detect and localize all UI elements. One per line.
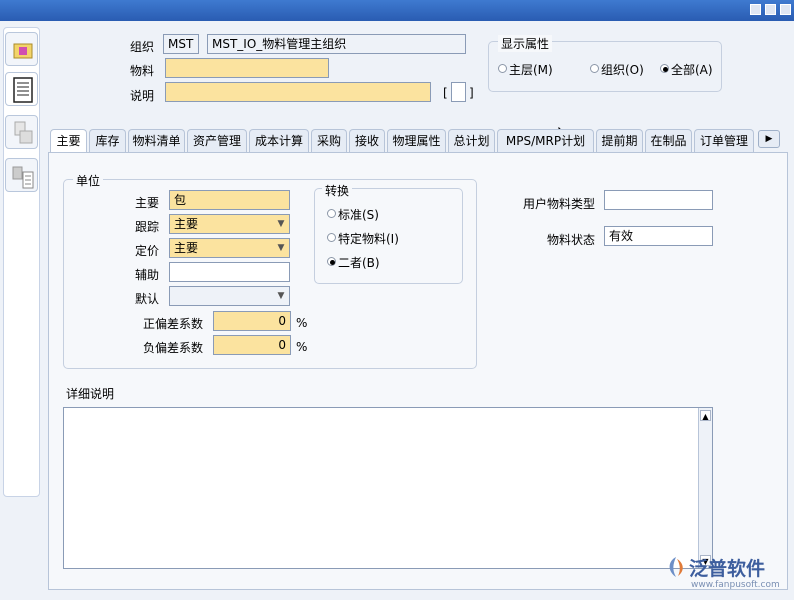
tracking-uom-select[interactable]: 主要 ▼ (169, 214, 290, 234)
item-list-icon[interactable] (5, 158, 38, 192)
tab-lead-times[interactable]: 提前期 (596, 129, 643, 152)
negative-deviation-percent: % (296, 340, 308, 354)
org-label: 组织 (130, 40, 155, 54)
default-uom-select[interactable]: ▼ (169, 286, 290, 306)
radio-standard[interactable] (327, 209, 336, 218)
description-field[interactable] (165, 82, 431, 102)
tab-receiving[interactable]: 接收 (349, 129, 385, 152)
window-titlebar (0, 0, 794, 21)
tracking-uom-value: 主要 (174, 217, 199, 231)
fanpu-logo-icon (669, 557, 683, 577)
secondary-uom-field[interactable] (169, 262, 290, 282)
radio-all[interactable] (660, 64, 669, 73)
tab-costing[interactable]: 成本计算 (249, 129, 309, 152)
radio-master-level-label: 主层(M) (509, 63, 553, 77)
units-title: 单位 (73, 172, 104, 189)
detail-scrollbar[interactable]: ▲ ▼ (698, 408, 712, 568)
document-list-icon[interactable] (5, 72, 38, 106)
radio-org-level[interactable] (590, 64, 599, 73)
tab-purchasing[interactable]: 采购 (311, 129, 347, 152)
tab-bom[interactable]: 物料清单 (128, 129, 185, 152)
detail-description-textarea[interactable]: ▲ ▼ (63, 407, 713, 569)
chevron-down-icon: ▼ (277, 219, 285, 229)
item-label: 物料 (130, 64, 155, 78)
pricing-uom-select[interactable]: 主要 ▼ (169, 238, 290, 258)
chevron-down-icon: ▼ (277, 291, 285, 301)
item-field[interactable] (165, 58, 329, 78)
item-status-field[interactable]: 有效 (604, 226, 713, 246)
positive-deviation-field[interactable]: 0 (213, 311, 291, 331)
primary-uom-field[interactable]: 包 (169, 190, 290, 210)
org-code-field[interactable]: MST (163, 34, 199, 54)
description-label: 说明 (130, 89, 155, 103)
negative-deviation-field[interactable]: 0 (213, 335, 291, 355)
folder-icon[interactable] (5, 32, 38, 66)
primary-uom-label: 主要 (135, 196, 160, 210)
chevron-down-icon: ▼ (277, 243, 285, 253)
tab-scroll-right-icon[interactable]: ▶ (758, 130, 780, 148)
radio-both[interactable] (327, 257, 336, 266)
flexfield-button[interactable] (451, 82, 466, 102)
item-status-label: 物料状态 (547, 233, 596, 247)
watermark-brand: 泛普软件 (689, 558, 766, 580)
close-button[interactable] (780, 4, 791, 15)
radio-item-specific-label: 特定物料(I) (338, 232, 399, 246)
radio-item-specific[interactable] (327, 233, 336, 242)
flexfield-bracket-close: ] (469, 86, 474, 100)
user-item-type-label: 用户物料类型 (523, 197, 596, 211)
scroll-up-icon[interactable]: ▲ (700, 410, 711, 421)
watermark-url: www.fanpusoft.com (691, 580, 780, 590)
flexfield-bracket-open: [ (443, 86, 448, 100)
radio-org-level-label: 组织(O) (601, 63, 644, 77)
tab-main[interactable]: 主要 (50, 129, 87, 153)
pricing-uom-value: 主要 (174, 241, 199, 255)
tracking-uom-label: 跟踪 (135, 220, 160, 234)
display-attributes-title: 显示属性 (498, 35, 553, 52)
minimize-button[interactable] (750, 4, 761, 15)
default-uom-label: 默认 (135, 292, 160, 306)
user-item-type-field[interactable] (604, 190, 713, 210)
maximize-button[interactable] (765, 4, 776, 15)
tab-order-management[interactable]: 订单管理 (694, 129, 754, 152)
radio-master-level[interactable] (498, 64, 507, 73)
positive-deviation-label: 正偏差系数 (143, 317, 204, 331)
radio-standard-label: 标准(S) (338, 208, 379, 222)
radio-both-label: 二者(B) (338, 256, 380, 270)
pricing-uom-label: 定价 (135, 244, 160, 258)
tab-physical-attributes[interactable]: 物理属性 (387, 129, 446, 152)
radio-all-label: 全部(A) (671, 63, 713, 77)
secondary-uom-label: 辅助 (135, 268, 160, 282)
conversion-title: 转换 (322, 182, 353, 199)
positive-deviation-percent: % (296, 316, 308, 330)
negative-deviation-label: 负偏差系数 (143, 341, 204, 355)
org-name-field[interactable]: MST_IO_物料管理主组织 (207, 34, 466, 54)
tab-inventory[interactable]: 库存 (89, 129, 126, 152)
tab-general-planning[interactable]: 总计划 (448, 129, 495, 152)
tab-mps-mrp-planning[interactable]: MPS/MRP计划 (497, 129, 594, 152)
detail-description-label: 详细说明 (66, 387, 115, 401)
attachment-icon[interactable] (5, 115, 38, 149)
tab-wip[interactable]: 在制品 (645, 129, 692, 152)
tab-asset-management[interactable]: 资产管理 (187, 129, 247, 152)
